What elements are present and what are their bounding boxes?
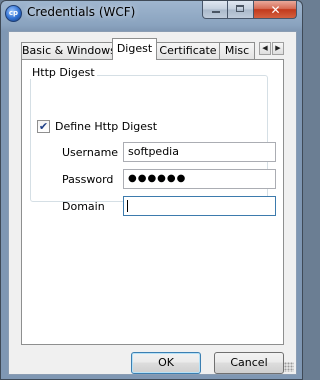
text-caret <box>127 200 128 212</box>
define-http-digest-checkbox[interactable]: ✔ <box>37 120 50 133</box>
caption-buttons: ✕ <box>202 1 297 20</box>
tab-scroll-right-icon[interactable]: ▶ <box>272 42 284 55</box>
maximize-icon <box>236 5 244 12</box>
define-http-digest-label[interactable]: Define Http Digest <box>55 120 157 133</box>
digest-tab-panel: Http Digest ✔ Define Http Digest Usernam… <box>21 59 284 345</box>
username-label: Username <box>62 146 119 159</box>
domain-field[interactable] <box>123 196 276 216</box>
tab-digest[interactable]: Digest <box>112 38 157 60</box>
maximize-button[interactable] <box>228 1 254 19</box>
app-icon: cp <box>5 5 22 22</box>
tab-certificate[interactable]: Certificate <box>156 42 220 59</box>
dialog-client-area: Basic & Windows Digest Certificate Misc … <box>8 31 297 375</box>
group-label: Http Digest <box>30 66 97 79</box>
tab-strip: Basic & Windows Digest Certificate Misc … <box>21 38 293 60</box>
close-icon: ✕ <box>270 3 281 17</box>
resize-grip-icon[interactable] <box>284 362 294 372</box>
cancel-button[interactable]: Cancel <box>214 352 284 374</box>
tab-basic-windows[interactable]: Basic & Windows <box>21 42 113 59</box>
tab-misc[interactable]: Misc <box>219 42 255 59</box>
minimize-icon <box>212 11 220 13</box>
minimize-button[interactable] <box>202 1 228 19</box>
ok-button[interactable]: OK <box>131 352 201 374</box>
password-field[interactable]: ●●●●●● <box>123 169 276 189</box>
tab-scroll-left-icon[interactable]: ◀ <box>259 42 271 55</box>
close-button[interactable]: ✕ <box>254 1 297 19</box>
dialog-window: cp Credentials (WCF) ✕ Basic & Windows D… <box>0 0 303 380</box>
window-title: Credentials (WCF) <box>27 5 136 19</box>
username-field[interactable]: softpedia <box>123 142 276 162</box>
title-bar[interactable]: cp Credentials (WCF) ✕ <box>1 1 302 25</box>
password-label: Password <box>62 173 114 186</box>
domain-label: Domain <box>62 200 105 213</box>
